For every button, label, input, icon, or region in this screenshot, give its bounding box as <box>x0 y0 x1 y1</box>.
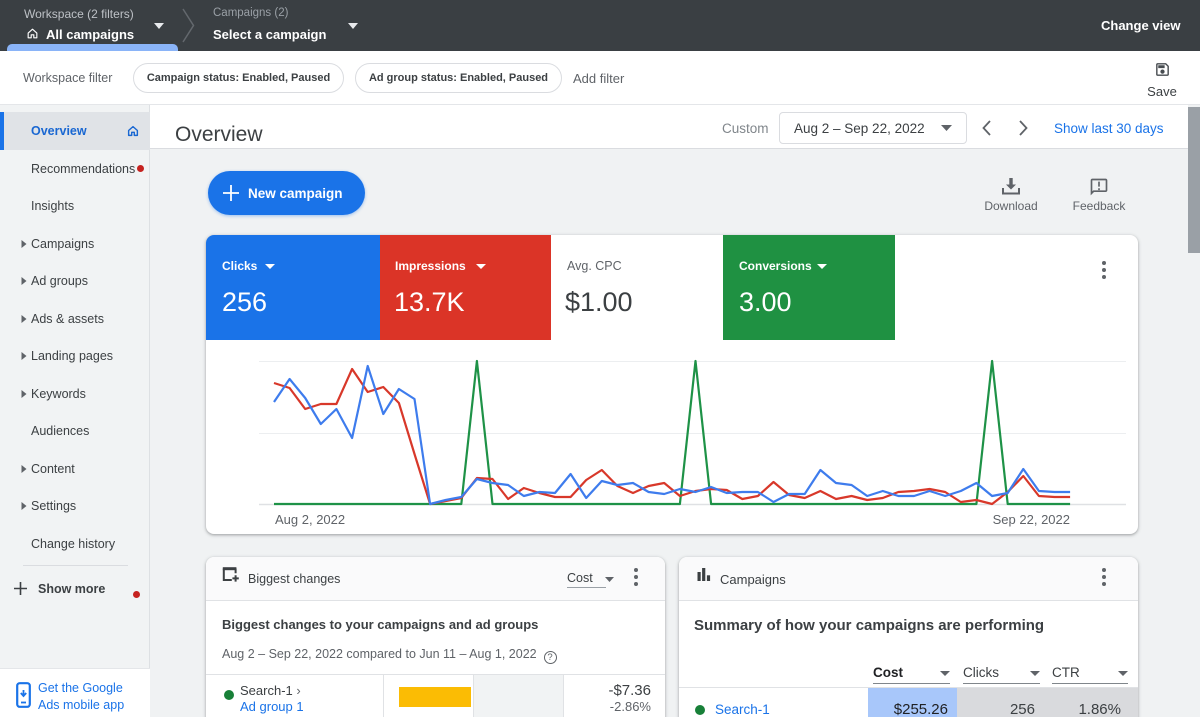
svg-text:Aug 2, 2022: Aug 2, 2022 <box>275 512 345 527</box>
svg-text:Sep 22, 2022: Sep 22, 2022 <box>993 512 1070 527</box>
